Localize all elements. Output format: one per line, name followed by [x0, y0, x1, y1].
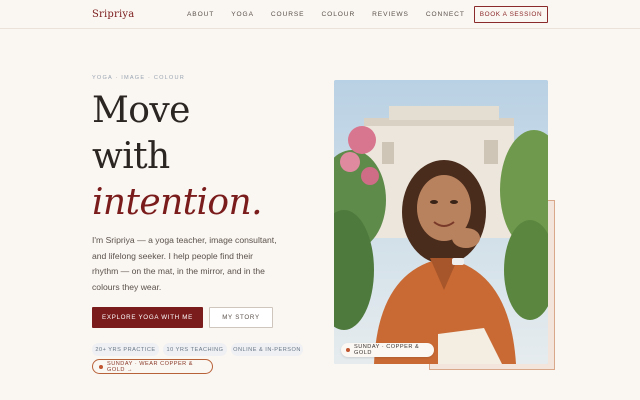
nav-colour[interactable]: COLOUR [322, 11, 356, 18]
hero-headline: Move with intention. [92, 88, 263, 226]
nav-connect[interactable]: CONNECT [426, 11, 465, 18]
hero-eyebrow: YOGA · IMAGE · COLOUR [92, 75, 185, 81]
nav-yoga[interactable]: YOGA [231, 11, 254, 18]
photo-badge-label: SUNDAY · COPPER & GOLD [354, 344, 420, 356]
sunday-colour-link[interactable]: SUNDAY · WEAR COPPER & GOLD → [92, 359, 213, 374]
headline-line-2: with [92, 136, 170, 177]
photo-badge: SUNDAY · COPPER & GOLD [341, 343, 434, 357]
book-session-button[interactable]: BOOK A SESSION [474, 6, 548, 23]
headline-accent: intention. [92, 182, 263, 223]
my-story-button[interactable]: MY STORY [209, 307, 273, 328]
chip-practice: 20+ YRS PRACTICE [92, 343, 159, 356]
chip-online: ONLINE & IN-PERSON [231, 343, 303, 356]
portrait-photo [334, 80, 548, 364]
headline-line-1: Move [92, 90, 190, 131]
copper-dot-icon [99, 365, 103, 369]
sunday-pill-label: SUNDAY · WEAR COPPER & GOLD → [107, 360, 194, 373]
copper-dot-icon [346, 348, 350, 352]
explore-yoga-button[interactable]: EXPLORE YOGA WITH ME [92, 307, 203, 328]
brand-logo[interactable]: Sripriya [92, 9, 134, 20]
top-nav: Sripriya ABOUT YOGA COURSE COLOUR REVIEW… [0, 0, 640, 29]
nav-reviews[interactable]: REVIEWS [372, 11, 409, 18]
portrait-illustration [334, 80, 548, 364]
nav-about[interactable]: ABOUT [187, 11, 214, 18]
hero-intro: I'm Sripriya — a yoga teacher, image con… [92, 235, 277, 292]
main-menu: ABOUT YOGA COURSE COLOUR REVIEWS CONNECT [187, 11, 482, 18]
nav-course[interactable]: COURSE [271, 11, 305, 18]
chip-teaching: 10 YRS TEACHING [163, 343, 227, 356]
